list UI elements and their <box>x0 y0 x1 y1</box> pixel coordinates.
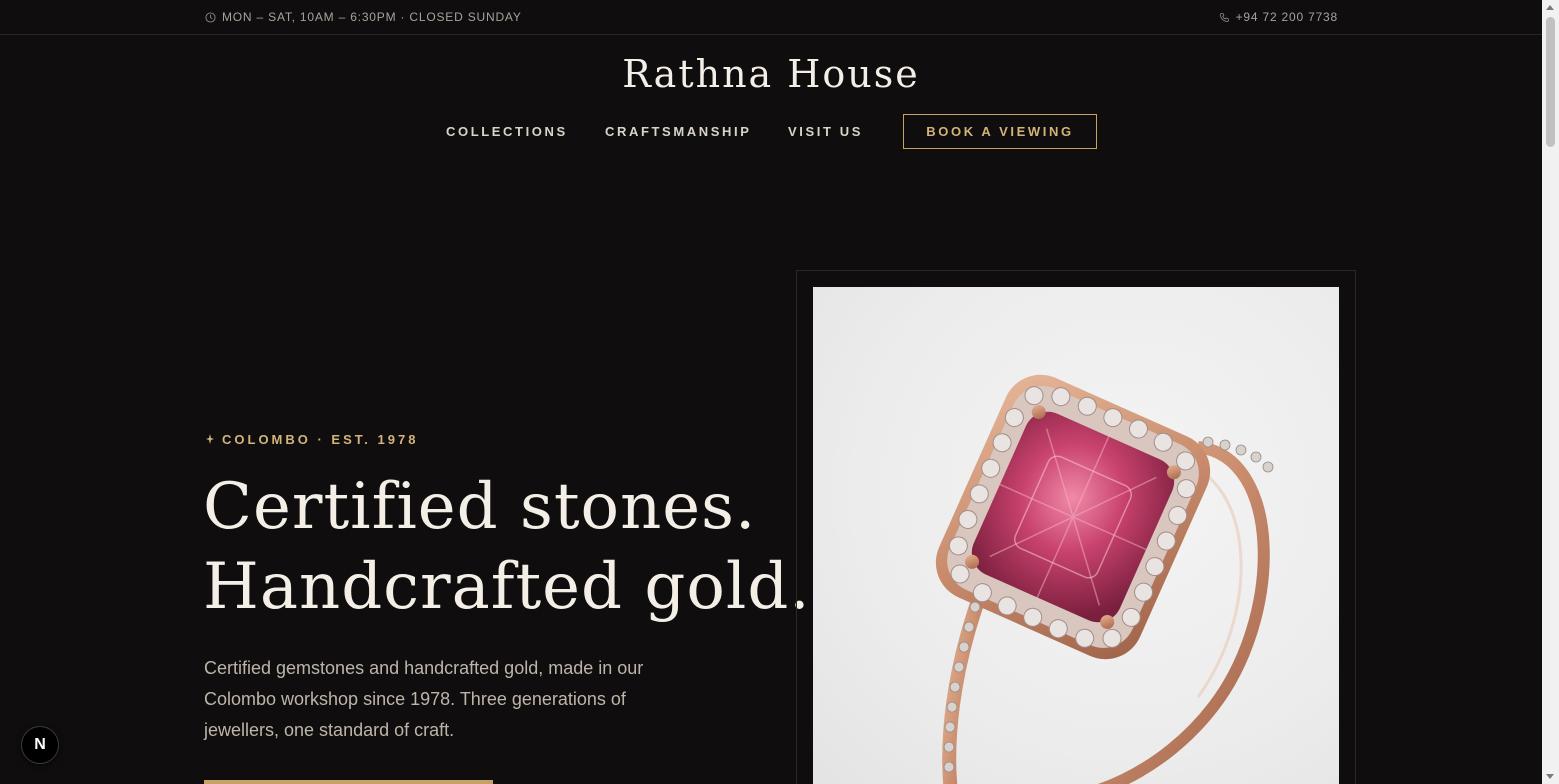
hero-cta-button[interactable] <box>204 780 493 784</box>
scrollbar-thumb[interactable] <box>1546 17 1555 147</box>
hero-headline: Certified stones. Handcrafted gold. <box>203 467 811 627</box>
opening-hours-text: MON – SAT, 10AM – 6:30PM · CLOSED SUNDAY <box>222 10 522 24</box>
hero-eyebrow: COLOMBO · EST. 1978 <box>206 432 418 447</box>
scroll-down-icon[interactable] <box>1546 774 1554 779</box>
hero-headline-line1: Certified stones. <box>203 470 757 544</box>
page-scrollbar[interactable] <box>1542 0 1559 784</box>
book-viewing-button[interactable]: BOOK A VIEWING <box>903 114 1097 149</box>
hero-eyebrow-text: COLOMBO · EST. 1978 <box>222 432 419 447</box>
nav-item-visit-us[interactable]: VISIT US <box>788 124 863 139</box>
opening-hours: MON – SAT, 10AM – 6:30PM · CLOSED SUNDAY <box>205 10 522 24</box>
phone-number[interactable]: +94 72 200 7738 <box>1219 10 1338 24</box>
phone-text: +94 72 200 7738 <box>1235 10 1338 24</box>
top-bar: MON – SAT, 10AM – 6:30PM · CLOSED SUNDAY… <box>0 0 1542 35</box>
main-nav: COLLECTIONS CRAFTSMANSHIP VISIT US BOOK … <box>0 114 1542 150</box>
ring-product-image <box>813 287 1339 784</box>
nav-item-craftsmanship[interactable]: CRAFTSMANSHIP <box>605 124 751 139</box>
phone-icon <box>1219 12 1230 23</box>
sparkle-icon <box>206 432 214 447</box>
clock-icon <box>205 11 216 23</box>
nextjs-dev-badge[interactable]: N <box>21 726 59 764</box>
brand-logo[interactable]: Rathna House <box>0 52 1542 96</box>
hero-intro: Certified gemstones and handcrafted gold… <box>204 658 644 740</box>
hero-headline-line2: Handcrafted gold. <box>203 550 811 624</box>
nav-item-collections[interactable]: COLLECTIONS <box>446 124 568 139</box>
scroll-up-icon[interactable] <box>1546 5 1554 10</box>
